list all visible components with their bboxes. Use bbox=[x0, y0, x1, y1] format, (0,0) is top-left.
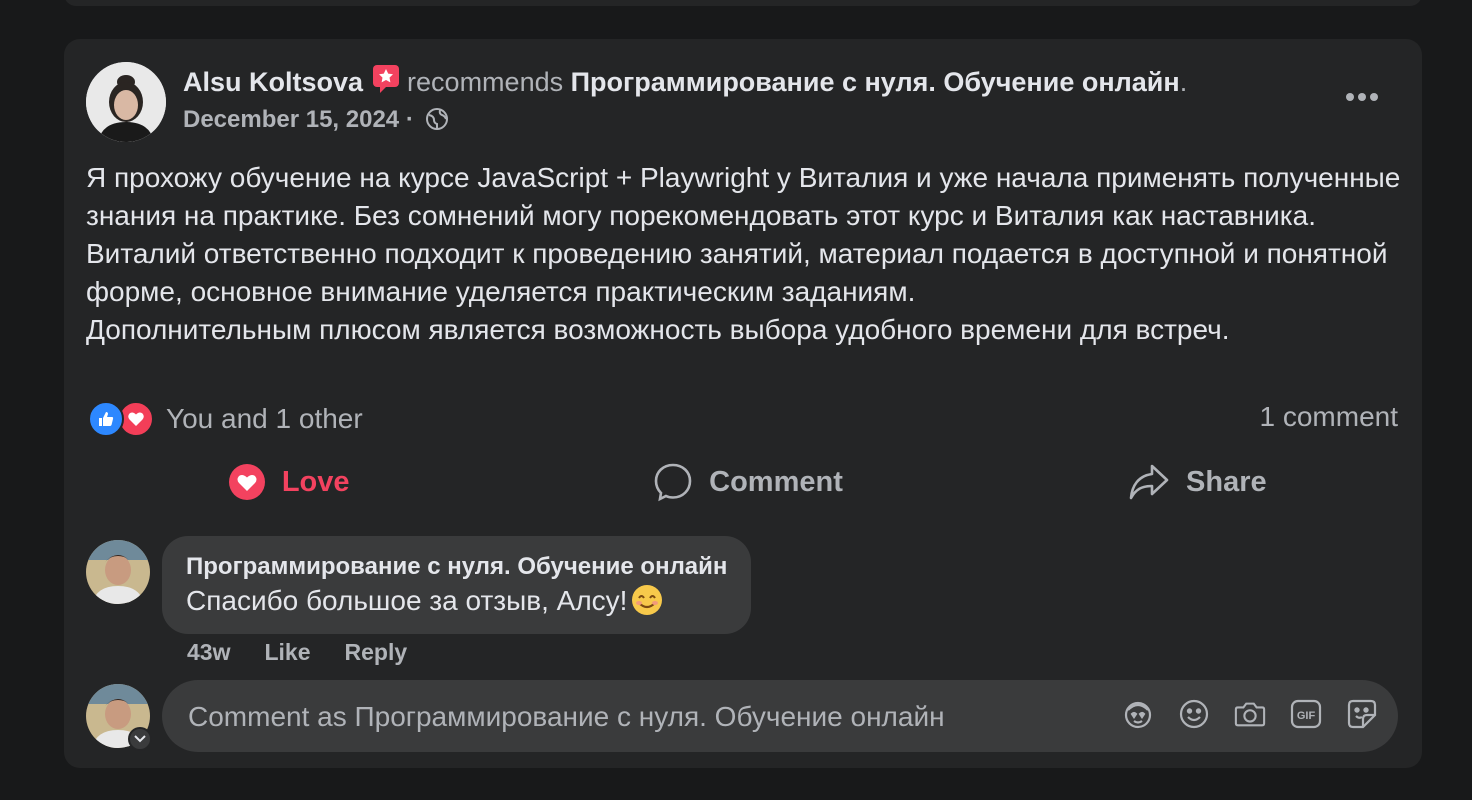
comments-count[interactable]: 1 comment bbox=[1260, 401, 1399, 433]
share-label: Share bbox=[1186, 465, 1267, 498]
love-label: Love bbox=[281, 465, 350, 498]
comment-time[interactable]: 43w bbox=[187, 639, 230, 666]
camera-icon[interactable] bbox=[1234, 698, 1266, 730]
love-button[interactable]: Love bbox=[64, 454, 523, 510]
chevron-down-icon bbox=[134, 735, 146, 743]
post-header: Alsu Koltsova recommends Программирование… bbox=[183, 64, 1187, 99]
composer-tools: GIF bbox=[1122, 698, 1378, 730]
profile-switch-button[interactable] bbox=[128, 727, 152, 751]
avatar-sticker-icon[interactable] bbox=[1122, 698, 1154, 730]
commenter-avatar[interactable] bbox=[86, 540, 150, 604]
recommend-star-icon bbox=[371, 64, 401, 94]
sticker-icon[interactable] bbox=[1346, 698, 1378, 730]
comment-input[interactable] bbox=[186, 680, 1090, 754]
post-body: Я прохожу обучение на курсе JavaScript +… bbox=[86, 159, 1406, 349]
gif-icon[interactable]: GIF bbox=[1290, 698, 1322, 730]
comment-composer: GIF bbox=[162, 680, 1398, 754]
header-period: . bbox=[1179, 67, 1188, 97]
more-options-button[interactable] bbox=[1342, 83, 1382, 113]
globe-icon bbox=[425, 107, 449, 131]
recommended-page-name[interactable]: Программирование с нуля. Обучение онлайн bbox=[571, 67, 1180, 97]
comment-text: Спасибо большое за отзыв, Алсу! bbox=[186, 585, 628, 616]
post-meta: December 15, 2024 · bbox=[183, 105, 449, 135]
comment-bubble: Программирование с нуля. Обучение онлайн… bbox=[162, 536, 752, 634]
share-icon bbox=[1129, 464, 1169, 500]
smile-emoji-icon bbox=[631, 584, 663, 616]
svg-text:GIF: GIF bbox=[1297, 710, 1316, 722]
post-card: Alsu Koltsova recommends Программирование… bbox=[64, 39, 1422, 768]
love-icon bbox=[228, 464, 265, 500]
post-paragraph: Я прохожу обучение на курсе JavaScript +… bbox=[86, 162, 1401, 231]
author-name[interactable]: Alsu Koltsova bbox=[183, 67, 363, 97]
comment-button[interactable]: Comment bbox=[523, 454, 972, 510]
post-paragraph: Дополнительным плюсом является возможнос… bbox=[86, 314, 1230, 345]
comment-like-button[interactable]: Like bbox=[264, 639, 310, 666]
emoji-icon[interactable] bbox=[1178, 698, 1210, 730]
date-separator: · bbox=[405, 106, 414, 133]
author-avatar[interactable] bbox=[86, 62, 166, 142]
comment-reply-button[interactable]: Reply bbox=[345, 639, 408, 666]
more-icon bbox=[1344, 89, 1380, 107]
comment-icon bbox=[654, 463, 692, 502]
previous-post-card bbox=[64, 0, 1422, 6]
comment-label: Comment bbox=[709, 465, 843, 498]
recommends-text: recommends bbox=[407, 67, 564, 97]
post-actions: Love Comment Share bbox=[64, 454, 1422, 510]
reactions-summary[interactable]: You and 1 other bbox=[88, 399, 363, 439]
comment-author[interactable]: Программирование с нуля. Обучение онлайн bbox=[186, 552, 727, 582]
reactions-text: You and 1 other bbox=[166, 403, 363, 434]
post-paragraph: Виталий ответственно подходит к проведен… bbox=[86, 238, 1388, 307]
share-button[interactable]: Share bbox=[973, 454, 1422, 510]
like-icon bbox=[88, 401, 124, 437]
comment-text-line: Спасибо большое за отзыв, Алсу! bbox=[186, 582, 727, 620]
comment-meta: 43w Like Reply bbox=[187, 639, 407, 666]
post-date[interactable]: December 15, 2024 bbox=[183, 106, 399, 133]
